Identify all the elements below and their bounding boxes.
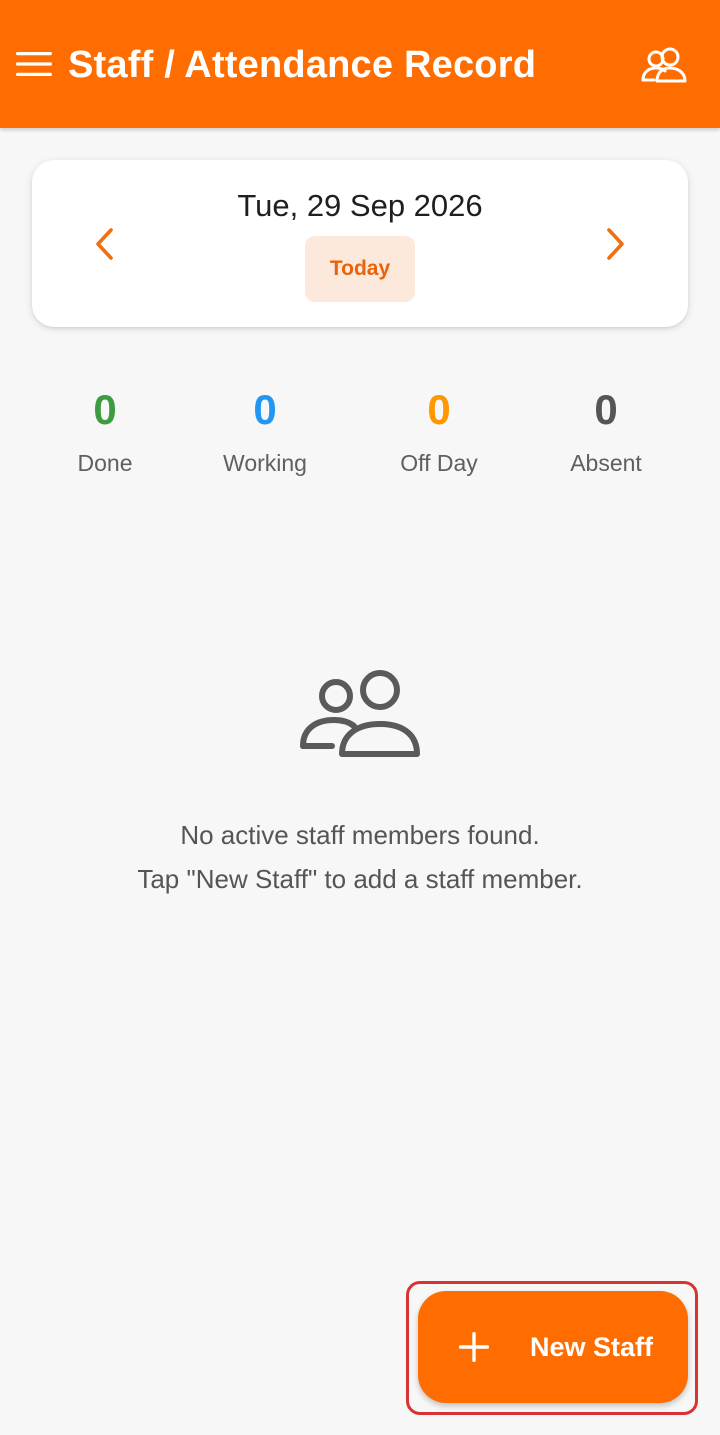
new-staff-button[interactable]: New Staff: [418, 1291, 688, 1403]
app-bar: Staff / Attendance Record: [0, 0, 720, 128]
stat-absent: 0 Absent: [521, 384, 691, 478]
stat-done: 0 Done: [20, 384, 190, 478]
stat-off-day-label: Off Day: [400, 450, 478, 476]
stat-off-day: 0 Off Day: [354, 384, 524, 478]
people-icon: [641, 47, 687, 83]
today-button[interactable]: Today: [305, 236, 415, 302]
stat-done-label: Done: [77, 450, 133, 476]
stat-done-value: 0: [93, 386, 117, 433]
new-staff-label: New Staff: [530, 1332, 654, 1362]
stat-absent-label: Absent: [570, 450, 642, 476]
people-icon: [300, 670, 420, 757]
plus-icon: [459, 1332, 489, 1362]
next-day-button[interactable]: [594, 220, 638, 268]
stat-working-label: Working: [223, 450, 307, 476]
menu-button[interactable]: [14, 46, 54, 82]
stat-off-day-value: 0: [427, 386, 451, 433]
hamburger-menu-icon: [16, 52, 52, 76]
previous-day-button[interactable]: [82, 220, 126, 268]
empty-state-line-2: Tap "New Staff" to add a staff member.: [137, 864, 583, 894]
stat-absent-value: 0: [594, 386, 618, 433]
stat-working: 0 Working: [180, 384, 350, 478]
page-title: Staff / Attendance Record: [68, 44, 537, 86]
selected-date: Tue, 29 Sep 2026: [237, 188, 483, 223]
staff-list-button[interactable]: [636, 40, 692, 92]
empty-state-message: No active staff members found. Tap "New …: [0, 813, 720, 901]
stat-working-value: 0: [253, 386, 277, 433]
date-selector-card: Tue, 29 Sep 2026 Today: [32, 160, 688, 327]
chevron-right-icon: [607, 228, 624, 260]
chevron-left-icon: [96, 228, 113, 260]
empty-state-line-1: No active staff members found.: [180, 820, 540, 850]
